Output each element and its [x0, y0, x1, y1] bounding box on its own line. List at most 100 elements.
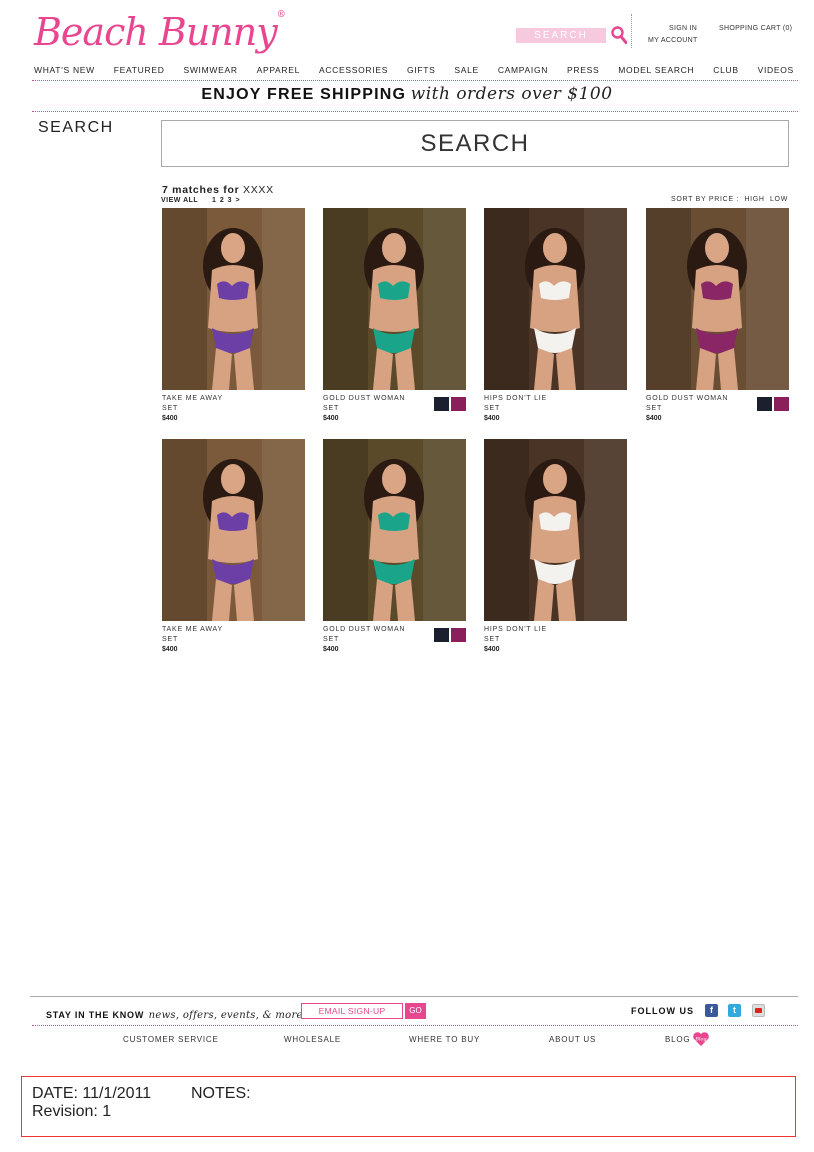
footer-where-to-buy[interactable]: WHERE TO BUY — [409, 1035, 480, 1044]
brand-logo[interactable]: Beach Bunny® — [34, 10, 286, 54]
nav-apparel[interactable]: APPAREL — [257, 65, 300, 77]
product-card[interactable]: TAKE ME AWAY SET $400 — [162, 439, 305, 653]
color-swatches — [757, 397, 789, 411]
photo-backdrop-right — [262, 208, 305, 390]
product-image[interactable] — [484, 439, 627, 621]
main-search-input[interactable] — [161, 120, 789, 167]
nav-gifts[interactable]: GIFTS — [407, 65, 436, 77]
product-card[interactable]: GOLD DUST WOMAN SET $400 — [323, 208, 466, 422]
nav-featured[interactable]: FEATURED — [114, 65, 165, 77]
notes-revision: Revision: 1 — [32, 1103, 112, 1120]
sort-high-link[interactable]: HIGH — [744, 196, 764, 203]
heart-icon[interactable]: Blog — [692, 1031, 710, 1047]
color-swatch[interactable] — [451, 628, 466, 642]
facebook-icon[interactable]: f — [705, 1004, 718, 1017]
model-face — [221, 233, 245, 263]
product-name[interactable]: TAKE ME AWAY — [162, 626, 305, 633]
my-account-link[interactable]: MY ACCOUNT — [648, 37, 698, 44]
photo-backdrop-right — [584, 439, 627, 621]
nav-press[interactable]: PRESS — [567, 65, 599, 77]
results-count: 7 matches for XXXX — [162, 184, 274, 196]
photo-backdrop-left — [162, 439, 207, 621]
model-face — [221, 464, 245, 494]
model-photo — [162, 439, 305, 621]
twitter-icon[interactable]: t — [728, 1004, 741, 1017]
newsletter-heading: STAY IN THE KNOW news, offers, events, &… — [46, 1005, 303, 1023]
sort-low-link[interactable]: LOW — [770, 196, 788, 203]
model-photo — [484, 439, 627, 621]
nav-club[interactable]: CLUB — [713, 65, 738, 77]
nav-videos[interactable]: VIDEOS — [758, 65, 794, 77]
nav-divider — [32, 80, 798, 81]
model-photo — [323, 439, 466, 621]
product-image[interactable] — [484, 208, 627, 390]
model-face — [382, 233, 406, 263]
product-card[interactable]: GOLD DUST WOMAN SET $400 — [646, 208, 789, 422]
youtube-icon[interactable] — [752, 1004, 765, 1017]
model-face — [543, 233, 567, 263]
nav-sale[interactable]: SALE — [454, 65, 479, 77]
product-name[interactable]: HIPS DON'T LIE — [484, 395, 627, 402]
product-price: $400 — [484, 646, 500, 653]
product-image[interactable] — [162, 208, 305, 390]
free-shipping-banner: ENJOY FREE SHIPPING with orders over $10… — [0, 84, 814, 104]
color-swatch[interactable] — [757, 397, 772, 411]
pagination[interactable]: 1 2 3 > — [212, 197, 241, 204]
stay-italic: news, offers, events, & more — [148, 1010, 303, 1021]
color-swatch[interactable] — [434, 628, 449, 642]
email-go-button[interactable]: GO — [405, 1003, 426, 1019]
product-card[interactable]: TAKE ME AWAY SET $400 — [162, 208, 305, 422]
color-swatches — [434, 628, 466, 642]
product-card[interactable]: GOLD DUST WOMAN SET $400 — [323, 439, 466, 653]
color-swatch[interactable] — [434, 397, 449, 411]
nav-campaign[interactable]: CAMPAIGN — [498, 65, 548, 77]
product-image[interactable] — [646, 208, 789, 390]
product-type: SET — [162, 636, 179, 643]
product-card[interactable]: HIPS DON'T LIE SET $400 — [484, 439, 627, 653]
results-count-text: 7 matches for — [162, 184, 240, 196]
photo-backdrop-left — [162, 208, 207, 390]
model-face — [543, 464, 567, 494]
blog-badge-text: Blog — [694, 1037, 706, 1043]
nav-whats-new[interactable]: WHAT'S NEW — [34, 65, 95, 77]
footer-wholesale[interactable]: WHOLESALE — [284, 1035, 341, 1044]
footer-blog[interactable]: BLOG — [665, 1035, 690, 1044]
email-signup-input[interactable] — [301, 1003, 403, 1019]
product-type: SET — [484, 636, 501, 643]
shipping-italic-text: with orders over $100 — [410, 84, 613, 104]
photo-backdrop-left — [484, 208, 529, 390]
product-type: SET — [484, 405, 501, 412]
registered-mark: ® — [276, 10, 286, 20]
nav-model-search[interactable]: MODEL SEARCH — [618, 65, 694, 77]
photo-backdrop-right — [262, 439, 305, 621]
nav-accessories[interactable]: ACCESSORIES — [319, 65, 388, 77]
product-image[interactable] — [162, 439, 305, 621]
product-name[interactable]: HIPS DON'T LIE — [484, 626, 627, 633]
product-type: SET — [162, 405, 179, 412]
product-price: $400 — [323, 646, 339, 653]
shopping-cart-link[interactable]: SHOPPING CART (0) — [719, 25, 792, 32]
color-swatch[interactable] — [774, 397, 789, 411]
footer-divider — [32, 1025, 798, 1026]
footer-top-rule — [30, 996, 798, 997]
footer-about-us[interactable]: ABOUT US — [549, 1035, 596, 1044]
sign-in-link[interactable]: SIGN IN — [669, 25, 697, 32]
model-face — [705, 233, 729, 263]
model-photo — [323, 208, 466, 390]
product-image[interactable] — [323, 208, 466, 390]
search-icon[interactable] — [611, 26, 627, 44]
follow-us-label: FOLLOW US — [631, 1006, 694, 1016]
model-photo — [484, 208, 627, 390]
stay-bold: STAY IN THE KNOW — [46, 1010, 145, 1020]
product-image[interactable] — [323, 439, 466, 621]
footer-customer-service[interactable]: CUSTOMER SERVICE — [123, 1035, 219, 1044]
view-all-link[interactable]: VIEW ALL — [161, 197, 198, 204]
main-nav: WHAT'S NEW FEATURED SWIMWEAR APPAREL ACC… — [34, 65, 794, 77]
product-card[interactable]: HIPS DON'T LIE SET $400 — [484, 208, 627, 422]
product-price: $400 — [162, 415, 178, 422]
nav-swimwear[interactable]: SWIMWEAR — [183, 65, 237, 77]
product-name[interactable]: TAKE ME AWAY — [162, 395, 305, 402]
notes-box: DATE: 11/1/2011 NOTES: Revision: 1 — [21, 1076, 796, 1137]
color-swatch[interactable] — [451, 397, 466, 411]
header-search-input[interactable] — [516, 28, 606, 43]
